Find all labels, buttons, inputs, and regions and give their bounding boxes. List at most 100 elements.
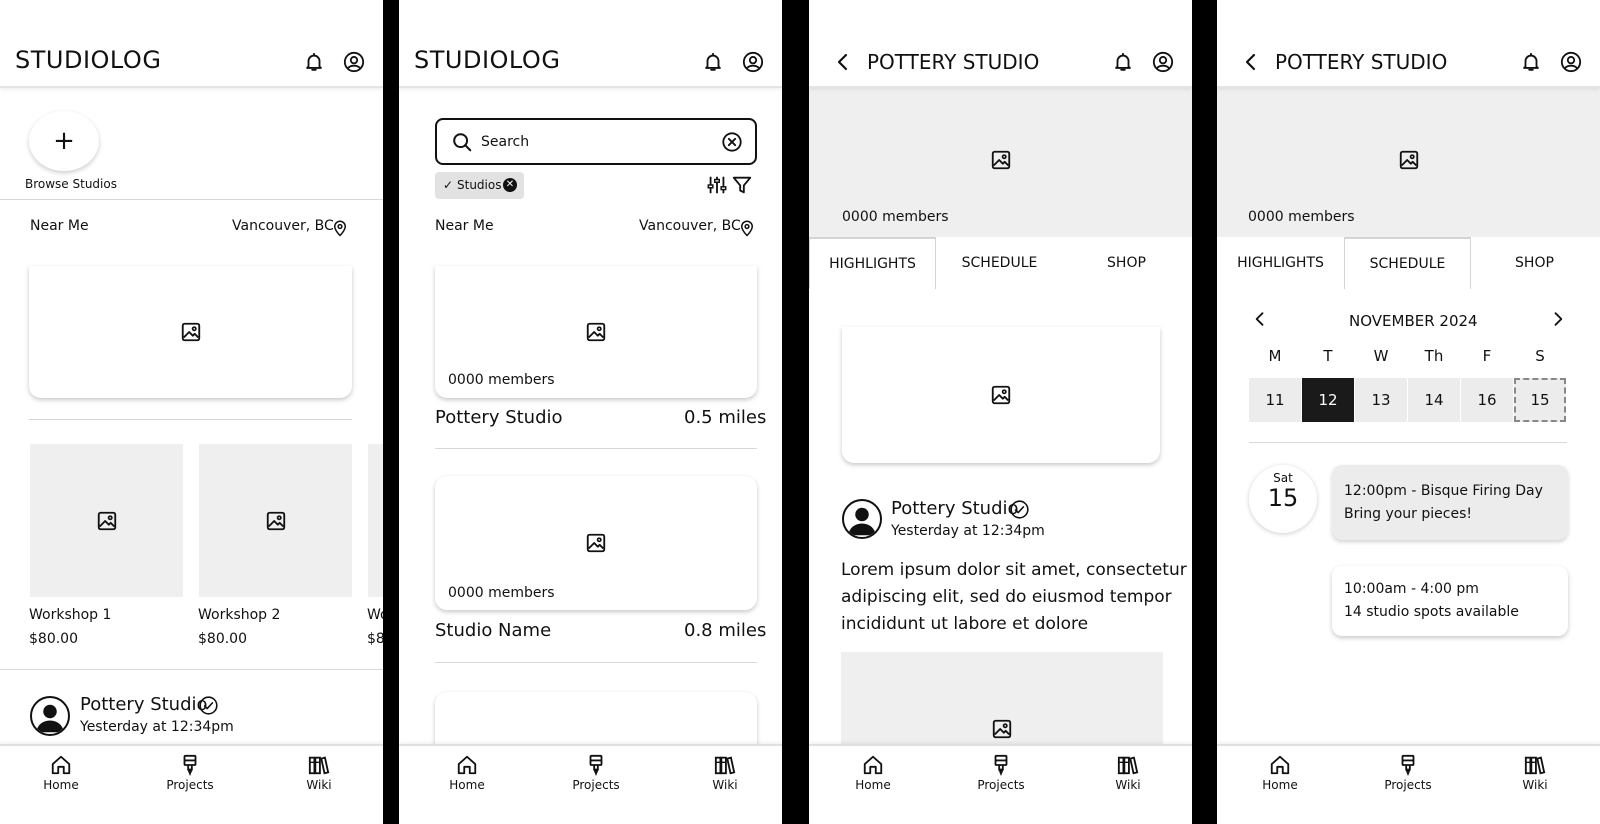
nav-wiki[interactable]: Wiki: [690, 754, 760, 792]
profile-icon[interactable]: [1151, 50, 1175, 74]
search-input[interactable]: Search: [481, 134, 529, 150]
tab-highlights[interactable]: HIGHLIGHTS: [809, 237, 936, 289]
prev-month-icon[interactable]: [1250, 309, 1270, 333]
workshop-2-image[interactable]: [199, 444, 352, 597]
studio-card[interactable]: 0000 members: [435, 476, 757, 610]
avatar[interactable]: [842, 499, 882, 539]
tab-shop[interactable]: SHOP: [1471, 237, 1598, 289]
member-count: 0000 members: [448, 585, 555, 601]
studio-card[interactable]: 0000 members: [435, 266, 757, 398]
image-placeholder-icon: [585, 532, 607, 554]
clear-search-icon[interactable]: [721, 131, 743, 157]
screen-home: STUDIOLOG + Browse Studios Near Me Vanco…: [0, 0, 383, 824]
nav-projects-label: Projects: [166, 778, 214, 792]
divider: [435, 448, 757, 449]
browse-studios-label: Browse Studios: [25, 177, 117, 191]
weekday-label: T: [1323, 347, 1333, 365]
location-label[interactable]: Vancouver, BC: [232, 218, 334, 234]
divider: [1249, 442, 1567, 443]
browse-studios-button[interactable]: +: [29, 111, 99, 171]
workshop-price: $80.00: [198, 631, 247, 647]
nav-wiki[interactable]: Wiki: [284, 754, 354, 792]
event-card[interactable]: 12:00pm - Bisque Firing Day Bring your p…: [1332, 465, 1568, 540]
workshop-3-image[interactable]: [368, 444, 383, 597]
workshop-name: Workshop 2: [198, 607, 281, 623]
event-card[interactable]: 10:00am - 4:00 pm 14 studio spots availa…: [1332, 566, 1568, 636]
books-icon: [714, 754, 736, 776]
tab-highlights[interactable]: HIGHLIGHTS: [1217, 237, 1344, 289]
calendar-day[interactable]: 14: [1408, 378, 1460, 422]
calendar-day[interactable]: 13: [1355, 378, 1407, 422]
post-time: Yesterday at 12:34pm: [891, 523, 1045, 539]
bell-icon[interactable]: [1519, 50, 1543, 74]
tab-shop[interactable]: SHOP: [1063, 237, 1190, 289]
sliders-icon[interactable]: [706, 174, 728, 200]
studio-banner: 0000 members: [1217, 88, 1600, 238]
nav-home[interactable]: Home: [1245, 754, 1315, 792]
image-placeholder-icon: [990, 149, 1012, 175]
highlight-card[interactable]: [842, 327, 1160, 463]
workshop-1-image[interactable]: [30, 444, 183, 597]
nav-home-label: Home: [43, 778, 79, 792]
bottom-nav: Home Projects Wiki: [1217, 744, 1600, 824]
app-header: STUDIOLOG: [0, 0, 383, 88]
page-title: POTTERY STUDIO: [1275, 50, 1448, 74]
search-bar[interactable]: Search: [435, 118, 757, 165]
next-month-icon[interactable]: [1548, 309, 1568, 333]
post-author[interactable]: Pottery Studio: [80, 694, 208, 715]
date-badge-day: 15: [1267, 484, 1299, 512]
calendar-day-selected[interactable]: 12: [1302, 378, 1354, 422]
profile-icon[interactable]: [342, 50, 366, 74]
nav-projects[interactable]: Projects: [561, 754, 631, 792]
post-time: Yesterday at 12:34pm: [80, 719, 234, 735]
nav-home[interactable]: Home: [432, 754, 502, 792]
back-icon[interactable]: [1239, 50, 1263, 74]
profile-icon[interactable]: [741, 50, 765, 74]
calendar-day[interactable]: 11: [1249, 378, 1301, 422]
studio-name[interactable]: Pottery Studio: [435, 407, 563, 428]
studio-distance: 0.5 miles: [684, 407, 767, 428]
featured-card[interactable]: [29, 266, 352, 398]
location-label[interactable]: Vancouver, BC: [639, 218, 741, 234]
nav-home[interactable]: Home: [26, 754, 96, 792]
nav-home[interactable]: Home: [838, 754, 908, 792]
tab-schedule[interactable]: SCHEDULE: [936, 237, 1063, 289]
post-author[interactable]: Pottery Studio: [891, 498, 1019, 519]
calendar-day-today[interactable]: 15: [1514, 378, 1566, 422]
plus-icon: +: [53, 126, 75, 156]
nav-projects[interactable]: Projects: [155, 754, 225, 792]
image-placeholder-icon: [265, 510, 287, 532]
profile-icon[interactable]: [1559, 50, 1583, 74]
date-badge-dow: Sat: [1273, 471, 1293, 485]
image-placeholder-icon: [990, 384, 1012, 406]
nav-projects[interactable]: Projects: [1373, 754, 1443, 792]
studio-name[interactable]: Studio Name: [435, 620, 551, 641]
location-pin-icon[interactable]: [331, 218, 349, 242]
near-me-label: Near Me: [30, 218, 89, 234]
divider: [0, 669, 383, 670]
nav-wiki-label: Wiki: [306, 778, 332, 792]
bell-icon[interactable]: [701, 50, 725, 74]
studio-distance: 0.8 miles: [684, 620, 767, 641]
location-pin-icon[interactable]: [738, 218, 756, 242]
nav-wiki[interactable]: Wiki: [1500, 754, 1570, 792]
brush-icon: [990, 754, 1012, 776]
event-detail: Bring your pieces!: [1344, 506, 1472, 522]
weekday-label: W: [1373, 347, 1389, 365]
nav-wiki[interactable]: Wiki: [1093, 754, 1163, 792]
date-badge: Sat 15: [1249, 465, 1317, 533]
nav-projects[interactable]: Projects: [966, 754, 1036, 792]
bell-icon[interactable]: [1111, 50, 1135, 74]
nav-wiki-label: Wiki: [1522, 778, 1548, 792]
avatar[interactable]: [30, 696, 70, 736]
funnel-icon[interactable]: [731, 174, 753, 200]
back-icon[interactable]: [831, 50, 855, 74]
tab-schedule[interactable]: SCHEDULE: [1344, 237, 1471, 289]
bell-icon[interactable]: [302, 50, 326, 74]
filter-chip[interactable]: ✓ Studios ✕: [435, 172, 524, 199]
remove-chip-icon[interactable]: ✕: [503, 178, 517, 192]
image-placeholder-icon: [96, 510, 118, 532]
event-time: 12:00pm - Bisque Firing Day: [1344, 483, 1543, 499]
calendar-day[interactable]: 16: [1461, 378, 1513, 422]
app-header: POTTERY STUDIO: [809, 0, 1192, 88]
